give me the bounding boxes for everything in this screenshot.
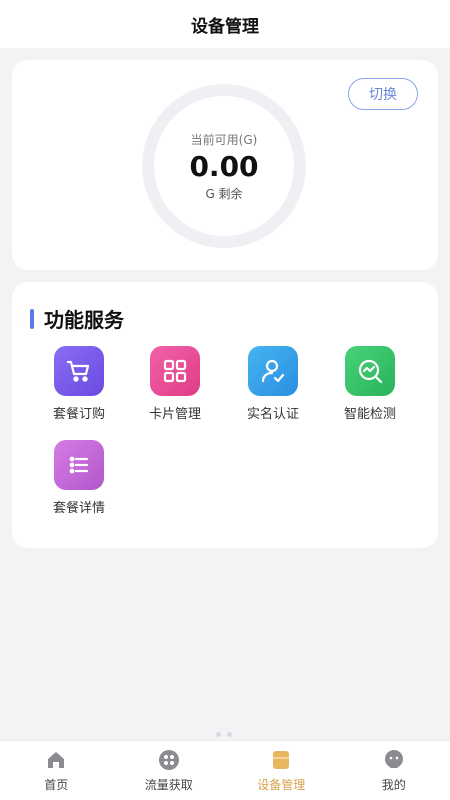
tab-home[interactable]: 首页 — [0, 741, 113, 800]
tab-label: 流量获取 — [144, 777, 193, 792]
tab-label: 我的 — [381, 777, 406, 792]
service-package-order[interactable]: 套餐订购 — [29, 346, 129, 422]
detect-icon — [345, 346, 395, 396]
page-dot — [216, 732, 221, 737]
page-indicator — [216, 732, 232, 737]
remaining-label: G 剩余 — [205, 186, 243, 201]
service-card-management[interactable]: 卡片管理 — [125, 346, 225, 422]
usage-card: 切换 当前可用(G) 0.00 G 剩余 — [12, 60, 438, 270]
service-label: 套餐详情 — [52, 501, 105, 516]
section-header: 功能服务 — [30, 304, 124, 333]
tab-traffic[interactable]: 流量获取 — [113, 741, 226, 800]
page-title: 设备管理 — [191, 16, 259, 37]
service-package-details[interactable]: 套餐详情 — [29, 440, 129, 516]
tab-label: 首页 — [44, 777, 69, 792]
service-label: 卡片管理 — [148, 407, 201, 422]
page-dot — [227, 732, 232, 737]
cart-icon — [54, 346, 104, 396]
home-icon — [48, 751, 65, 768]
available-value: 0.00 — [189, 149, 259, 183]
service-real-name-auth[interactable]: 实名认证 — [223, 346, 323, 422]
device-icon — [273, 750, 290, 769]
user-check-icon — [248, 346, 298, 396]
tab-mine[interactable]: 我的 — [338, 741, 450, 800]
usage-ring: 当前可用(G) 0.00 G 剩余 — [142, 84, 306, 248]
apps-icon — [158, 749, 179, 770]
app-header: 设备管理 — [0, 0, 450, 48]
switch-button[interactable]: 切换 — [348, 78, 418, 110]
service-label: 套餐订购 — [52, 407, 105, 422]
bottom-tab-bar: 首页 流量获取 设备管理 我的 — [0, 740, 450, 800]
section-title: 功能服务 — [44, 308, 124, 332]
ring-label: 当前可用(G) — [190, 132, 258, 147]
section-accent-bar — [30, 308, 34, 329]
grid-icon — [150, 346, 200, 396]
service-label: 实名认证 — [246, 407, 299, 422]
service-smart-detection[interactable]: 智能检测 — [320, 346, 420, 422]
list-icon — [54, 440, 104, 490]
services-card: 功能服务 套餐订购 卡片管理 实名认证 智能检测 套餐详情 — [12, 282, 438, 548]
profile-icon — [384, 749, 403, 768]
service-label: 智能检测 — [343, 407, 396, 422]
tab-label: 设备管理 — [257, 777, 306, 792]
tab-device-management[interactable]: 设备管理 — [225, 741, 338, 800]
